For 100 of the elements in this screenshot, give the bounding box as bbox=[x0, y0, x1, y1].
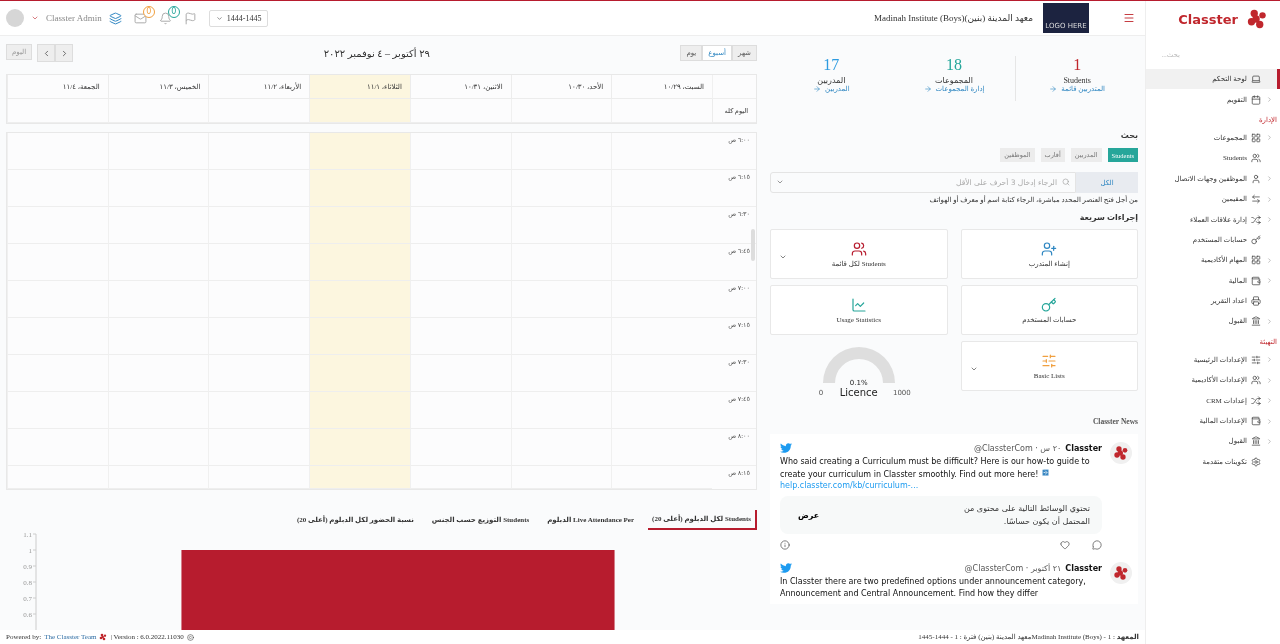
section-title: بحث bbox=[1119, 131, 1138, 140]
chevron-icon bbox=[1266, 397, 1273, 405]
calendar-slot[interactable] bbox=[208, 281, 310, 318]
users-icon bbox=[850, 240, 867, 257]
notice-text: تحتوي الوسائط التالية على محتوى من المحتمل أن يكون حساسًا. bbox=[962, 503, 1090, 528]
caret-icon bbox=[969, 365, 978, 373]
shuffle-icon bbox=[1251, 395, 1261, 406]
calendar-slot[interactable] bbox=[409, 466, 511, 489]
wallet-icon bbox=[1251, 275, 1261, 286]
arrow-icon bbox=[1049, 85, 1058, 93]
user-name[interactable]: Classter Admin bbox=[46, 13, 102, 23]
calendar-slot[interactable] bbox=[309, 281, 410, 318]
caret-icon bbox=[779, 253, 787, 261]
chevron-icon bbox=[1266, 195, 1273, 203]
search-icon bbox=[1062, 178, 1070, 186]
calendar-slot[interactable] bbox=[208, 429, 310, 466]
section-title: إجراءات سريعة bbox=[1078, 213, 1138, 222]
calendar-slot[interactable] bbox=[409, 207, 511, 244]
calendar-slot[interactable] bbox=[309, 244, 410, 281]
prev-button[interactable] bbox=[37, 44, 56, 62]
tweet-author[interactable]: Classter bbox=[1065, 563, 1102, 573]
calendar-slot[interactable] bbox=[208, 99, 310, 123]
chevron-icon bbox=[1266, 216, 1273, 224]
tweet-meta: @ClassterCom · ٢١ أكتوبر bbox=[964, 563, 1062, 573]
calendar-slot[interactable] bbox=[309, 466, 410, 489]
calendar-slot[interactable] bbox=[208, 466, 310, 489]
caret-icon bbox=[31, 14, 39, 22]
calendar-slot[interactable] bbox=[208, 392, 310, 429]
tweet-text: In Classter there are two predefined options under announcement category, Announcement and Central Announcement. Find how they differ bbox=[780, 576, 1087, 600]
tweet-avatar[interactable] bbox=[1110, 562, 1132, 584]
user-avatar[interactable] bbox=[6, 9, 24, 27]
chevron-icon bbox=[1266, 277, 1273, 285]
calendar-slot[interactable] bbox=[409, 318, 511, 355]
sliders-icon bbox=[1251, 354, 1261, 365]
calendar-slot[interactable] bbox=[208, 318, 310, 355]
calendar-slot[interactable] bbox=[409, 99, 511, 123]
grid-icon bbox=[1251, 255, 1261, 266]
calendar-slot[interactable] bbox=[208, 355, 310, 392]
gear-icon bbox=[1251, 456, 1261, 467]
calendar-slot[interactable] bbox=[409, 244, 511, 281]
calendar-slot[interactable] bbox=[309, 355, 410, 392]
calendar-slot[interactable] bbox=[409, 355, 511, 392]
menu-icon bbox=[1123, 12, 1135, 24]
chevron-icon bbox=[1266, 437, 1273, 445]
calendar-slot[interactable] bbox=[208, 244, 310, 281]
chevron-icon bbox=[1266, 318, 1273, 325]
calendar-slot[interactable] bbox=[208, 133, 310, 170]
sliders-icon bbox=[1041, 352, 1058, 369]
calendar-slot[interactable] bbox=[309, 170, 410, 207]
printer-icon bbox=[1251, 296, 1261, 307]
wallet-icon bbox=[1251, 416, 1261, 427]
calendar-slot[interactable] bbox=[208, 170, 310, 207]
laptop-icon bbox=[1251, 74, 1261, 85]
twitter-icon[interactable] bbox=[780, 442, 792, 454]
calendar-slot[interactable] bbox=[309, 318, 410, 355]
calendar-slot[interactable] bbox=[409, 429, 511, 466]
calendar-slot[interactable] bbox=[309, 207, 410, 244]
stat-value: 17 bbox=[823, 56, 840, 74]
year-select[interactable]: 1444-1445 bbox=[208, 9, 269, 27]
stat-label: المدربين bbox=[817, 76, 846, 85]
show-button[interactable]: عرض bbox=[792, 509, 826, 521]
logo-icon bbox=[1246, 8, 1268, 30]
stat-value: 18 bbox=[946, 56, 962, 74]
users-icon bbox=[1251, 375, 1261, 386]
chevron-icon bbox=[1266, 376, 1273, 384]
layers-icon bbox=[108, 11, 122, 25]
gauge-label: Licence bbox=[839, 387, 878, 398]
logo-icon bbox=[1113, 565, 1129, 581]
calendar-slot[interactable] bbox=[409, 281, 511, 318]
calendar-slot[interactable] bbox=[309, 133, 410, 170]
next-button[interactable] bbox=[55, 44, 74, 62]
chevron-icon bbox=[1266, 175, 1273, 183]
calendar-slot[interactable] bbox=[409, 133, 511, 170]
brand-name[interactable]: Classter bbox=[1178, 11, 1238, 27]
copyright-icon bbox=[186, 633, 194, 641]
users-icon bbox=[1251, 153, 1261, 164]
stat-label: المجموعات bbox=[935, 76, 973, 85]
twitter-icon[interactable] bbox=[780, 562, 792, 574]
key-icon bbox=[1041, 296, 1058, 313]
tweet-avatar[interactable] bbox=[1110, 442, 1132, 464]
calendar-slot[interactable] bbox=[208, 207, 310, 244]
arrow-icon bbox=[923, 85, 932, 93]
calendar-slot[interactable] bbox=[309, 392, 410, 429]
logo-icon bbox=[1113, 445, 1129, 461]
tweet-meta: @ClassterCom · ٢٠ س bbox=[974, 443, 1062, 453]
tweet-author[interactable]: Classter bbox=[1065, 443, 1102, 453]
user-plus-icon bbox=[1041, 240, 1058, 257]
heart-icon bbox=[1060, 540, 1070, 550]
calendar-slot[interactable] bbox=[409, 170, 511, 207]
arrows-icon bbox=[1251, 194, 1261, 205]
line-chart-icon bbox=[850, 296, 867, 313]
grid-icon bbox=[1251, 132, 1261, 143]
bank-icon bbox=[1251, 316, 1261, 327]
bell-icon bbox=[158, 11, 172, 25]
calendar-slot[interactable] bbox=[309, 429, 410, 466]
institute-name: Madinah Institute (Boys)معهد المدينة (بنين) bbox=[873, 13, 1033, 23]
chevron-icon bbox=[1266, 256, 1273, 264]
calendar-slot[interactable] bbox=[309, 99, 410, 123]
calendar-slot[interactable] bbox=[409, 392, 511, 429]
chevron-icon bbox=[1266, 96, 1273, 104]
